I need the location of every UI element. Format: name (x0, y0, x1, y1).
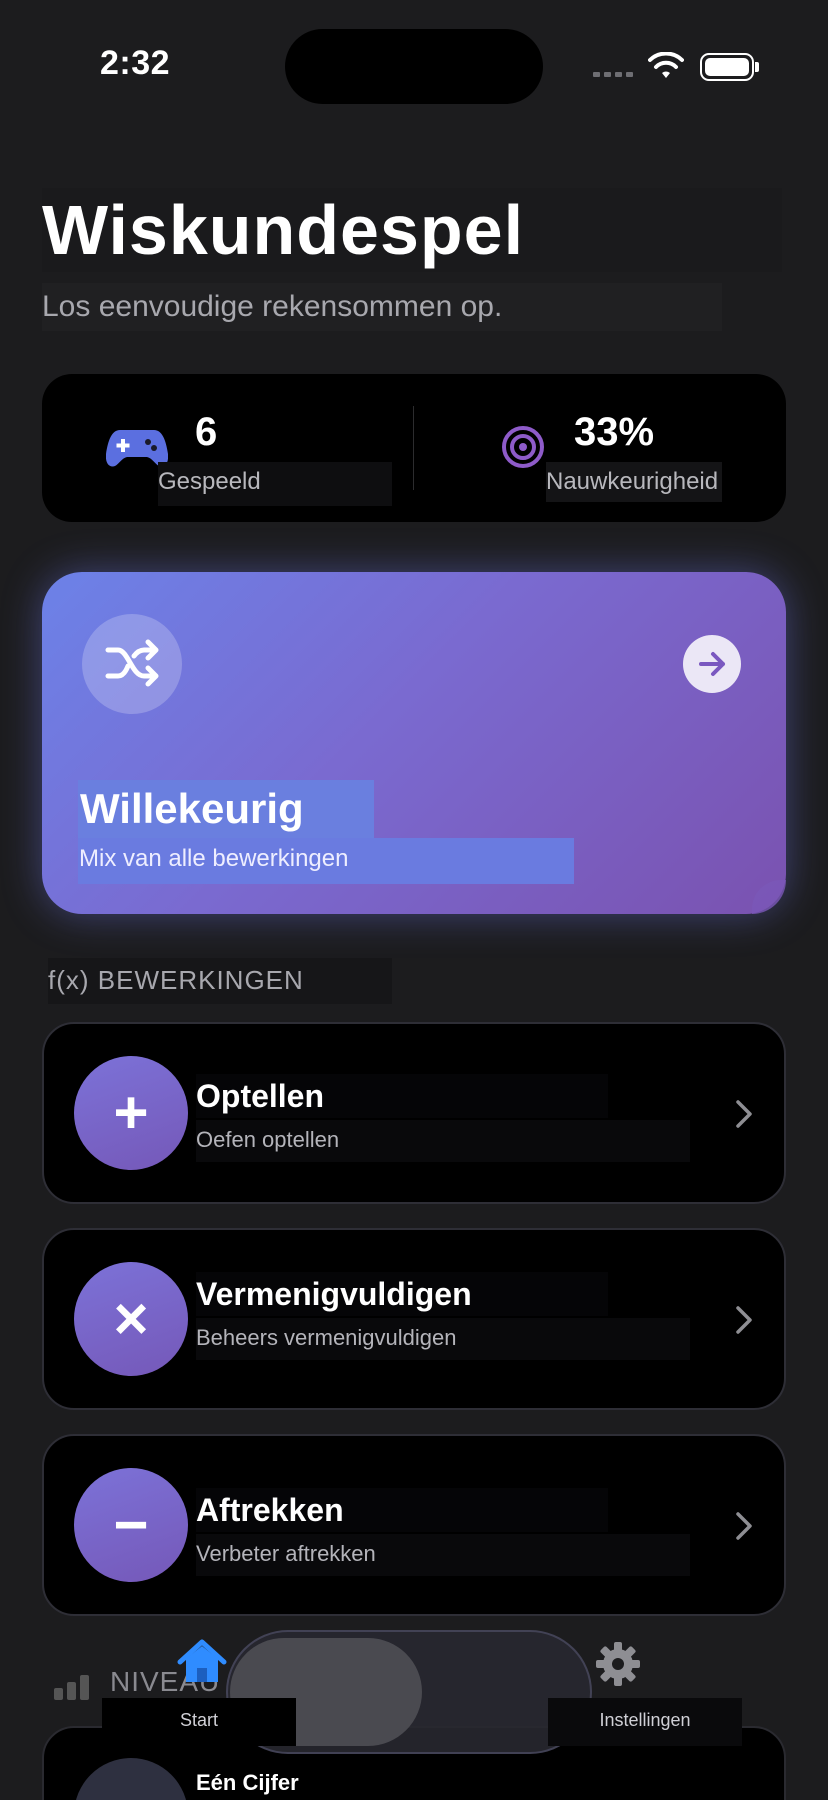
plus-symbol: + (113, 1079, 149, 1146)
minus-symbol: − (113, 1491, 149, 1558)
accuracy-value: 33% (574, 410, 655, 454)
wifi-icon (648, 52, 684, 78)
battery-cap (755, 62, 759, 72)
chevron-right-icon (736, 1100, 752, 1128)
operation-subtitle: Oefen optellen (196, 1120, 690, 1162)
page-subtitle: Los eenvoudige rekensommen op. (42, 283, 722, 331)
chevron-right-icon (736, 1512, 752, 1540)
operations-section-header: f(x) BEWERKINGEN (48, 958, 392, 1004)
operation-title: Aftrekken (196, 1488, 608, 1532)
operation-subtitle: Verbeter aftrekken (196, 1534, 690, 1576)
status-time: 2:32 (100, 44, 171, 82)
page-title: Wiskundespel (42, 188, 782, 272)
level-title: Eén Cijfer (196, 1770, 299, 1795)
minus-icon: − (74, 1468, 188, 1582)
target-icon (502, 426, 544, 468)
played-value: 6 (195, 410, 218, 454)
accuracy-label: Nauwkeurigheid (546, 462, 722, 502)
operation-title: Vermenigvuldigen (196, 1272, 608, 1316)
random-mode-title: Willekeurig (78, 780, 374, 838)
chart-bar-icon (54, 1675, 89, 1700)
cellular-signal-icon (593, 72, 633, 80)
house-icon[interactable] (176, 1638, 228, 1686)
tab-settings[interactable]: Instellingen (548, 1698, 742, 1746)
random-mode-subtitle: Mix van alle bewerkingen (78, 838, 574, 884)
stats-divider (413, 406, 414, 490)
arrow-right-icon (699, 652, 725, 676)
gear-icon[interactable] (594, 1640, 642, 1688)
dynamic-island (285, 29, 543, 104)
battery-icon (700, 53, 754, 81)
chevron-right-icon (736, 1306, 752, 1334)
tab-start[interactable]: Start (102, 1698, 296, 1746)
operation-subtitle: Beheers vermenigvuldigen (196, 1318, 690, 1360)
operation-title: Optellen (196, 1074, 608, 1118)
multiply-symbol: × (113, 1285, 149, 1352)
shuffle-icon (105, 639, 159, 687)
plus-icon: + (74, 1056, 188, 1170)
multiply-icon: × (74, 1262, 188, 1376)
played-label: Gespeeld (158, 462, 392, 506)
